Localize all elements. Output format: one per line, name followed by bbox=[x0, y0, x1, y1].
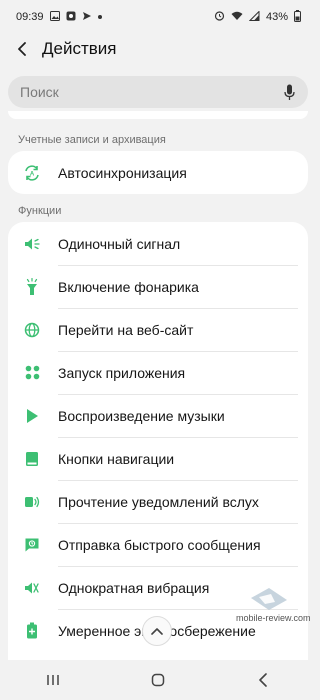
apps-grid-icon bbox=[22, 363, 42, 383]
flashlight-icon bbox=[22, 277, 42, 297]
list-item-label: Кнопки навигации bbox=[58, 450, 175, 467]
status-time: 09:39 bbox=[16, 11, 44, 23]
recent-apps-icon bbox=[46, 675, 59, 685]
system-navigation-bar bbox=[0, 660, 315, 700]
svg-text:A: A bbox=[30, 171, 35, 177]
image-icon bbox=[49, 10, 60, 24]
card-edge bbox=[8, 111, 308, 119]
navigation-buttons-icon bbox=[22, 449, 42, 469]
volume-icon bbox=[22, 234, 42, 254]
status-bar: 09:39 43% bbox=[0, 0, 315, 34]
list-item-single-beep[interactable]: Одиночный сигнал bbox=[8, 222, 308, 265]
vibration-icon bbox=[22, 578, 42, 598]
list-item-launch-app[interactable]: Запуск приложения bbox=[8, 351, 308, 394]
back-button[interactable] bbox=[2, 34, 42, 64]
list-item-flashlight[interactable]: Включение фонарика bbox=[8, 265, 308, 308]
list-item-label: Отправка быстрого сообщения bbox=[58, 536, 261, 553]
search-bar[interactable] bbox=[8, 76, 308, 108]
status-right: 43% bbox=[214, 9, 301, 25]
list-item-auto-sync[interactable]: A Автосинхронизация bbox=[8, 151, 308, 194]
battery-level: 43% bbox=[265, 11, 288, 23]
list-item-label: Однократная вибрация bbox=[58, 579, 210, 596]
quick-message-icon bbox=[22, 535, 42, 555]
notification-dot-icon bbox=[66, 11, 76, 24]
send-icon bbox=[82, 11, 92, 24]
list-item-play-music[interactable]: Воспроизведение музыки bbox=[8, 394, 308, 437]
list-item-label: Автосинхронизация bbox=[58, 164, 187, 181]
battery-saver-icon bbox=[22, 621, 42, 641]
play-icon bbox=[22, 406, 42, 426]
home-icon bbox=[151, 673, 164, 687]
watermark-text: mobile-review.com bbox=[236, 613, 311, 623]
card-accounts: A Автосинхронизация bbox=[8, 151, 308, 194]
page-title: Действия bbox=[42, 39, 117, 58]
status-left: 09:39 bbox=[16, 10, 102, 24]
list-item-label: Включение фонарика bbox=[58, 278, 199, 295]
recent-apps-button[interactable] bbox=[33, 660, 73, 700]
dot-icon bbox=[97, 12, 102, 22]
list-item-label: Одиночный сигнал bbox=[58, 235, 181, 252]
list-item-read-notifications[interactable]: Прочтение уведомлений вслух bbox=[8, 480, 308, 523]
chevron-up-icon bbox=[151, 628, 163, 635]
wifi-icon bbox=[231, 11, 243, 24]
list-item-label: Перейти на веб-сайт bbox=[58, 321, 194, 338]
alarm-icon bbox=[214, 10, 225, 24]
battery-icon bbox=[294, 9, 301, 25]
microphone-icon[interactable] bbox=[282, 83, 296, 101]
nav-back-button[interactable] bbox=[243, 660, 283, 700]
scroll-to-top-button[interactable] bbox=[142, 616, 172, 646]
list-item-label: Запуск приложения bbox=[58, 364, 186, 381]
list-item-website[interactable]: Перейти на веб-сайт bbox=[8, 308, 308, 351]
home-button[interactable] bbox=[138, 660, 178, 700]
back-arrow-icon bbox=[18, 42, 26, 56]
signal-icon bbox=[248, 9, 260, 24]
app-header: Действия bbox=[0, 34, 315, 64]
list-item-nav-buttons[interactable]: Кнопки навигации bbox=[8, 437, 308, 480]
sync-icon: A bbox=[22, 163, 42, 183]
list-item-quick-message[interactable]: Отправка быстрого сообщения bbox=[8, 523, 308, 566]
search-input[interactable] bbox=[20, 84, 282, 100]
section-label-functions: Функции bbox=[18, 205, 62, 217]
globe-icon bbox=[22, 320, 42, 340]
speaker-notification-icon bbox=[22, 492, 42, 512]
list-item-label: Воспроизведение музыки bbox=[58, 407, 225, 424]
list-item-label: Прочтение уведомлений вслух bbox=[58, 493, 259, 510]
back-icon bbox=[258, 673, 267, 687]
section-label-accounts: Учетные записи и архивация bbox=[18, 134, 166, 146]
